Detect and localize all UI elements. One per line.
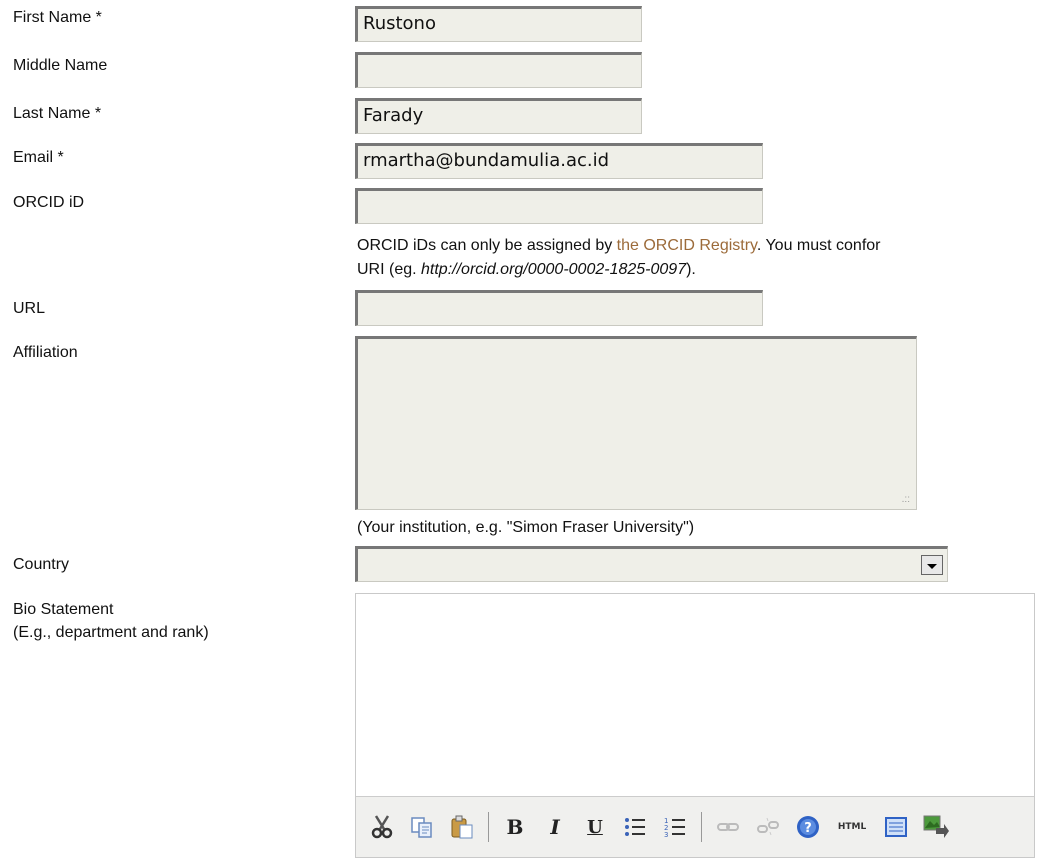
- toolbar-separator: [488, 812, 489, 842]
- orcid-help-line2: URI (eg. http://orcid.org/0000-0002-1825…: [357, 258, 696, 281]
- resize-grip-icon[interactable]: .::: [902, 495, 910, 505]
- orcid-help-text-2: . You must confor: [756, 237, 881, 254]
- dropdown-arrow-icon[interactable]: [921, 555, 943, 575]
- copy-icon[interactable]: [408, 813, 436, 841]
- orcid-help-line1: ORCID iDs can only be assigned by the OR…: [357, 234, 881, 257]
- bold-icon[interactable]: B: [501, 813, 529, 841]
- orcid-label: ORCID iD: [13, 194, 85, 211]
- country-label: Country: [13, 556, 70, 573]
- first-name-label: First Name *: [13, 9, 102, 26]
- italic-icon[interactable]: I: [541, 813, 569, 841]
- orcid-uri-text-end: ).: [686, 261, 696, 278]
- middle-name-label: Middle Name: [13, 57, 108, 74]
- url-label: URL: [13, 300, 46, 317]
- insert-image-icon[interactable]: [922, 813, 950, 841]
- orcid-help-text: ORCID iDs can only be assigned by: [357, 237, 617, 254]
- unlink-icon[interactable]: [754, 813, 782, 841]
- editor-toolbar: B I U 123 ? HTML: [356, 796, 1034, 857]
- first-name-field[interactable]: Rustono: [355, 6, 642, 42]
- orcid-registry-link[interactable]: the ORCID Registry: [617, 237, 757, 254]
- affiliation-textarea[interactable]: .::: [355, 336, 917, 510]
- toolbar-separator: [701, 812, 702, 842]
- cut-icon[interactable]: [368, 813, 396, 841]
- orcid-field[interactable]: [355, 188, 763, 224]
- orcid-uri-text: URI (eg.: [357, 261, 422, 278]
- email-field[interactable]: rmartha@bundamulia.ac.id: [355, 143, 763, 179]
- orcid-example-uri: http://orcid.org/0000-0002-1825-0097: [421, 261, 687, 278]
- paste-icon[interactable]: [448, 813, 476, 841]
- last-name-label: Last Name *: [13, 105, 102, 122]
- last-name-field[interactable]: Farady: [355, 98, 642, 134]
- fullscreen-icon[interactable]: [882, 813, 910, 841]
- numbered-list-icon[interactable]: 123: [661, 813, 689, 841]
- affiliation-label: Affiliation: [13, 344, 78, 361]
- url-field[interactable]: [355, 290, 763, 326]
- middle-name-field[interactable]: [355, 52, 642, 88]
- affiliation-hint: (Your institution, e.g. "Simon Fraser Un…: [357, 519, 695, 536]
- html-source-label: HTML: [837, 822, 867, 832]
- link-icon[interactable]: [714, 813, 742, 841]
- underline-icon[interactable]: U: [581, 813, 609, 841]
- html-source-icon[interactable]: HTML: [834, 813, 870, 841]
- bio-statement-label: Bio Statement: [13, 601, 114, 618]
- bullet-list-icon[interactable]: [621, 813, 649, 841]
- help-icon[interactable]: ?: [794, 813, 822, 841]
- email-label: Email *: [13, 149, 64, 166]
- svg-text:?: ?: [804, 821, 812, 836]
- bio-statement-sublabel: (E.g., department and rank): [13, 624, 209, 641]
- bio-statement-editor[interactable]: B I U 123 ? HTML: [355, 593, 1035, 858]
- country-select[interactable]: [355, 546, 948, 582]
- svg-text:3: 3: [664, 831, 668, 839]
